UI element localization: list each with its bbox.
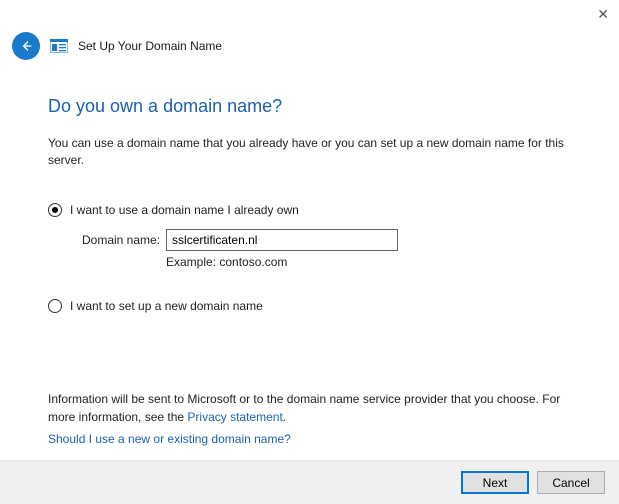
help-link[interactable]: Should I use a new or existing domain na… — [48, 432, 571, 446]
domain-example-text: Example: contoso.com — [166, 255, 571, 269]
cancel-button[interactable]: Cancel — [537, 471, 605, 494]
domain-name-input[interactable] — [166, 229, 398, 251]
close-icon[interactable]: ✕ — [597, 6, 609, 23]
footer-bar: Next Cancel — [0, 460, 619, 504]
privacy-link[interactable]: Privacy statement — [187, 410, 282, 424]
window-title: Set Up Your Domain Name — [78, 39, 222, 53]
info-period: . — [283, 410, 286, 424]
info-line: Information will be sent to Microsoft or… — [48, 392, 560, 423]
info-text: Information will be sent to Microsoft or… — [48, 392, 560, 423]
bottom-info: Information will be sent to Microsoft or… — [48, 391, 571, 446]
radio-icon — [48, 299, 62, 313]
radio-own-domain[interactable]: I want to use a domain name I already ow… — [48, 203, 571, 217]
radio-own-label: I want to use a domain name I already ow… — [70, 203, 299, 217]
content-area: Do you own a domain name? You can use a … — [0, 70, 619, 313]
back-button[interactable] — [12, 32, 40, 60]
title-bar: Set Up Your Domain Name — [0, 0, 619, 70]
radio-new-label: I want to set up a new domain name — [70, 299, 263, 313]
page-description: You can use a domain name that you alrea… — [48, 135, 571, 169]
domain-name-row: Domain name: — [82, 229, 571, 251]
wizard-icon — [50, 39, 68, 53]
next-button[interactable]: Next — [461, 471, 529, 494]
arrow-left-icon — [18, 38, 34, 54]
domain-name-label: Domain name: — [82, 233, 160, 247]
page-heading: Do you own a domain name? — [48, 96, 571, 117]
radio-new-domain[interactable]: I want to set up a new domain name — [48, 299, 571, 313]
radio-icon — [48, 203, 62, 217]
